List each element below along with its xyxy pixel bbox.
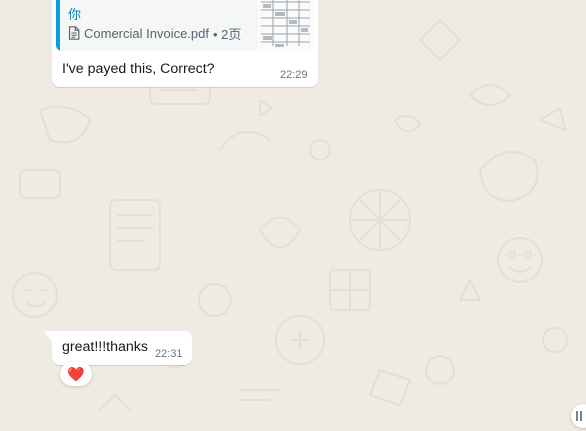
pdf-thumbnail bbox=[257, 0, 314, 51]
reaction-badge[interactable]: ❤️ bbox=[60, 362, 92, 386]
message-text: I've payed this, Correct? bbox=[62, 61, 215, 77]
chevron-down-icon bbox=[576, 411, 582, 421]
scroll-to-bottom-button[interactable] bbox=[571, 404, 586, 428]
quote-file-info: Comercial Invoice.pdf • 2页 bbox=[68, 25, 242, 42]
quote-file-meta: • 2页 bbox=[213, 26, 242, 42]
quote-file-name: Comercial Invoice.pdf bbox=[84, 25, 209, 41]
document-icon bbox=[68, 26, 80, 40]
message-timestamp: 22:29 bbox=[280, 69, 308, 81]
heart-reaction-icon: ❤️ bbox=[67, 365, 85, 382]
message-timestamp: 22:31 bbox=[155, 348, 183, 360]
quoted-file-message[interactable]: 你 Comercial Invoice.pdf • 2页 bbox=[56, 0, 314, 51]
quote-accent-bar bbox=[56, 0, 60, 51]
message-text: great!!!thanks bbox=[62, 339, 148, 355]
quote-author: 你 bbox=[68, 8, 82, 23]
